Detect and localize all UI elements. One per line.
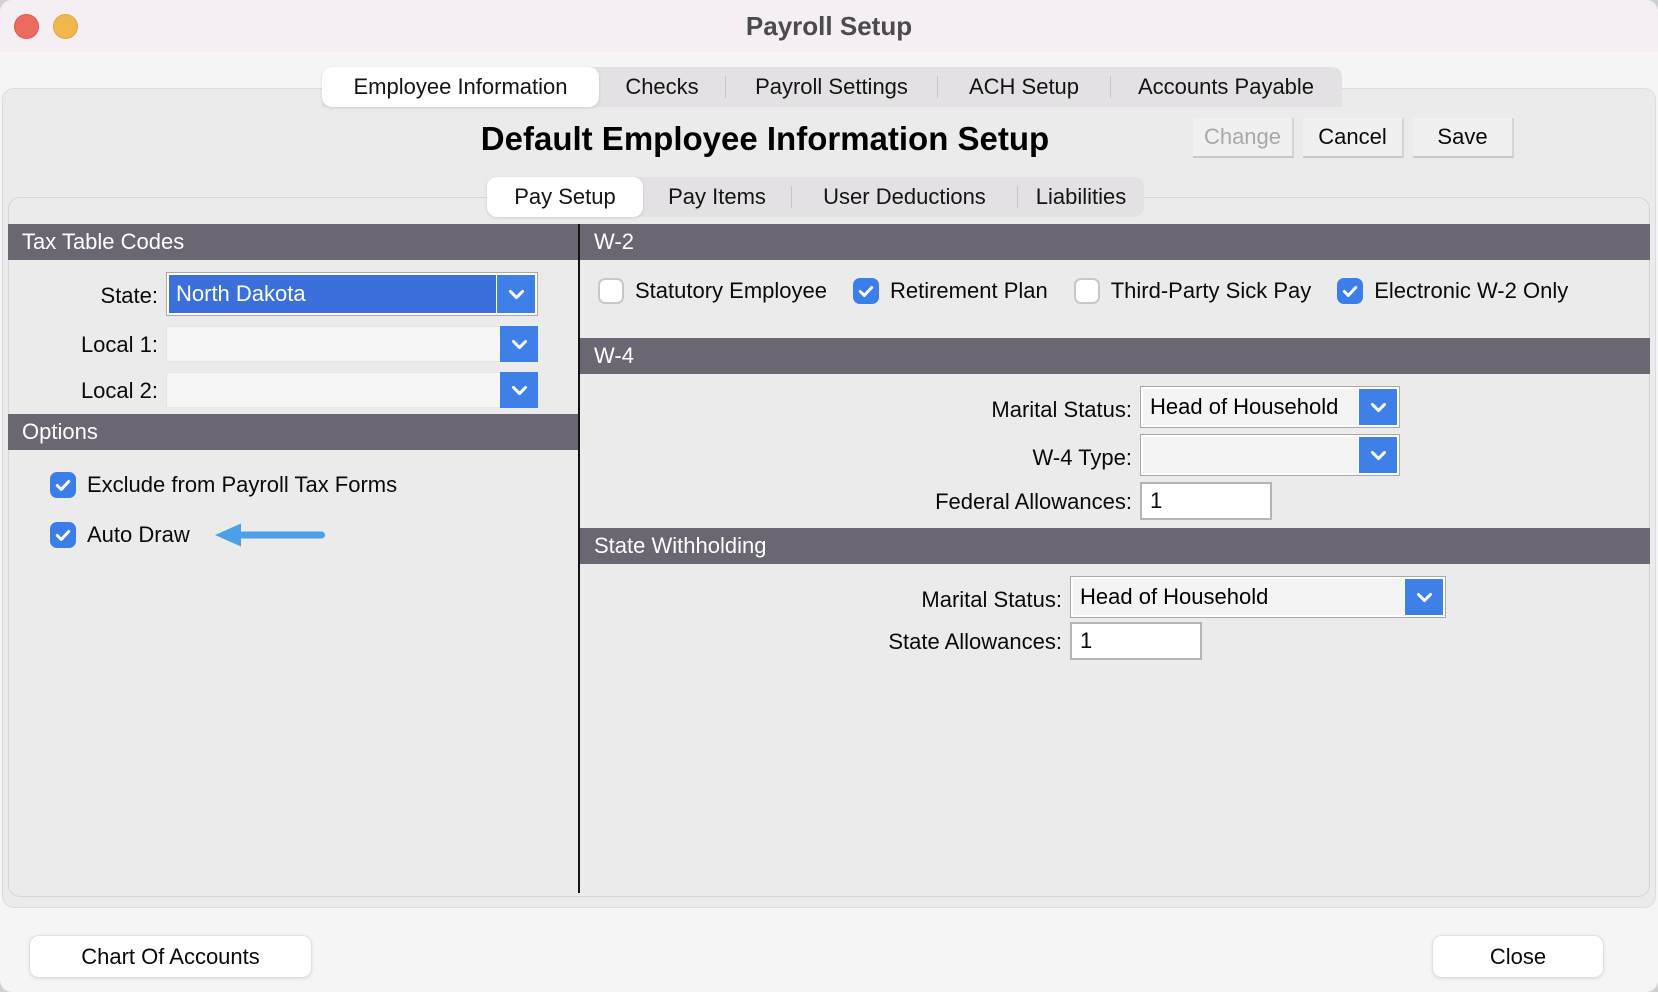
checkbox-icon[interactable] xyxy=(50,522,76,548)
section-header-w2: W-2 xyxy=(580,224,1650,260)
save-button[interactable]: Save xyxy=(1413,118,1514,158)
checkbox-icon[interactable] xyxy=(853,278,879,304)
state-allowances-label: State Allowances: xyxy=(630,629,1062,655)
tab-ach-setup[interactable]: ACH Setup xyxy=(938,67,1110,107)
electronic-w2-only-checkbox[interactable]: Electronic W-2 Only xyxy=(1337,278,1568,304)
chevron-down-icon[interactable] xyxy=(1359,437,1397,473)
checkbox-icon[interactable] xyxy=(1337,278,1363,304)
federal-allowances-label: Federal Allowances: xyxy=(700,489,1132,515)
local2-dropdown[interactable] xyxy=(166,372,538,408)
chevron-down-icon[interactable] xyxy=(500,326,538,362)
state-marital-status-value: Head of Household xyxy=(1073,579,1404,615)
w4-marital-status-dropdown[interactable]: Head of Household xyxy=(1140,386,1400,428)
section-header-tax-table-codes: Tax Table Codes xyxy=(8,224,578,260)
auto-draw-checkbox[interactable]: Auto Draw xyxy=(50,522,327,548)
main-tab-bar: Employee Information Checks Payroll Sett… xyxy=(322,67,1342,107)
chart-of-accounts-button[interactable]: Chart Of Accounts xyxy=(29,935,312,978)
state-marital-status-dropdown[interactable]: Head of Household xyxy=(1070,576,1446,618)
checkbox-label: Electronic W-2 Only xyxy=(1374,278,1568,304)
window-title: Payroll Setup xyxy=(0,11,1658,42)
w4-marital-status-value: Head of Household xyxy=(1143,389,1358,425)
chevron-down-icon[interactable] xyxy=(1405,579,1443,615)
local1-label: Local 1: xyxy=(20,332,158,358)
w4-marital-status-label: Marital Status: xyxy=(700,397,1132,423)
chevron-down-icon[interactable] xyxy=(500,372,538,408)
section-header-w4: W-4 xyxy=(580,338,1650,374)
state-marital-status-label: Marital Status: xyxy=(630,587,1062,613)
w4-type-label: W-4 Type: xyxy=(700,445,1132,471)
checkbox-icon[interactable] xyxy=(1074,278,1100,304)
chevron-down-icon[interactable] xyxy=(497,275,535,313)
third-party-sick-pay-checkbox[interactable]: Third-Party Sick Pay xyxy=(1074,278,1312,304)
local2-dropdown-value xyxy=(167,373,500,407)
state-dropdown[interactable]: North Dakota xyxy=(166,272,538,316)
checkbox-icon[interactable] xyxy=(598,278,624,304)
federal-allowances-input[interactable]: 1 xyxy=(1140,482,1272,520)
section-header-state-withholding: State Withholding xyxy=(580,528,1650,564)
tab-checks[interactable]: Checks xyxy=(599,67,725,107)
change-button[interactable]: Change xyxy=(1193,118,1294,158)
tab-payroll-settings[interactable]: Payroll Settings xyxy=(726,67,937,107)
checkbox-icon[interactable] xyxy=(50,472,76,498)
tab-accounts-payable[interactable]: Accounts Payable xyxy=(1111,67,1341,107)
local1-dropdown[interactable] xyxy=(166,326,538,362)
tab-employee-information[interactable]: Employee Information xyxy=(322,67,599,107)
annotation-arrow-left-icon xyxy=(215,522,327,548)
statutory-employee-checkbox[interactable]: Statutory Employee xyxy=(598,278,827,304)
sub-tab-bar: Pay Setup Pay Items User Deductions Liab… xyxy=(487,177,1144,217)
w4-type-dropdown[interactable] xyxy=(1140,434,1400,476)
chevron-down-icon[interactable] xyxy=(1359,389,1397,425)
w2-checkbox-row: Statutory Employee Retirement Plan Third… xyxy=(598,278,1568,304)
checkbox-label: Third-Party Sick Pay xyxy=(1111,278,1312,304)
close-button[interactable]: Close xyxy=(1432,935,1604,978)
exclude-payroll-tax-forms-checkbox[interactable]: Exclude from Payroll Tax Forms xyxy=(50,472,397,498)
cancel-button[interactable]: Cancel xyxy=(1303,118,1404,158)
section-header-options: Options xyxy=(8,414,578,450)
checkbox-label: Retirement Plan xyxy=(890,278,1048,304)
titlebar: Payroll Setup xyxy=(0,0,1658,52)
subtab-user-deductions[interactable]: User Deductions xyxy=(792,177,1017,217)
state-dropdown-value: North Dakota xyxy=(169,275,496,313)
header-buttons: Change Cancel Save xyxy=(1193,118,1514,158)
subtab-liabilities[interactable]: Liabilities xyxy=(1018,177,1144,217)
payroll-setup-window: Payroll Setup Employee Information Check… xyxy=(0,0,1658,992)
retirement-plan-checkbox[interactable]: Retirement Plan xyxy=(853,278,1048,304)
subtab-pay-setup[interactable]: Pay Setup xyxy=(487,177,643,217)
checkbox-label: Statutory Employee xyxy=(635,278,827,304)
subtab-pay-items[interactable]: Pay Items xyxy=(643,177,791,217)
vertical-divider xyxy=(578,224,580,893)
state-label: State: xyxy=(20,283,158,309)
state-allowances-input[interactable]: 1 xyxy=(1070,622,1202,660)
local1-dropdown-value xyxy=(167,327,500,361)
local2-label: Local 2: xyxy=(20,378,158,404)
checkbox-label: Auto Draw xyxy=(87,522,190,548)
w4-type-value xyxy=(1143,437,1358,473)
checkbox-label: Exclude from Payroll Tax Forms xyxy=(87,472,397,498)
